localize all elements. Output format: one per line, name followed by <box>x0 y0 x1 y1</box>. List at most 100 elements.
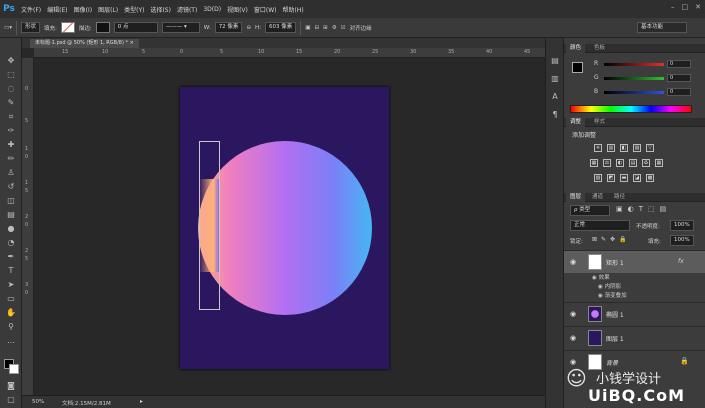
fill-swatch[interactable] <box>60 22 75 33</box>
eye-icon[interactable]: ◉ <box>570 310 576 318</box>
opacity-input[interactable]: 100% <box>670 220 694 231</box>
chevron-right-icon[interactable]: ▸ <box>140 398 143 405</box>
stroke-width-input[interactable]: 0 点 <box>113 22 158 33</box>
menu-edit[interactable]: 编辑(E) <box>47 5 67 14</box>
gradient-tool-icon[interactable]: ▤ <box>4 208 18 221</box>
color-spectrum[interactable] <box>570 105 692 113</box>
tab-color[interactable]: 颜色 <box>566 44 586 53</box>
quick-mask-icon[interactable]: ◙ <box>4 379 18 392</box>
height-input[interactable]: 603 像素 <box>265 22 297 33</box>
screen-mode-icon[interactable]: ▢ <box>4 393 18 406</box>
levels-icon[interactable]: ▥ <box>607 144 615 152</box>
blur-tool-icon[interactable]: ● <box>4 222 18 235</box>
effect-inner-shadow-row[interactable]: ◉ 内阴影 <box>564 283 705 292</box>
menu-view[interactable]: 视图(V) <box>227 5 248 14</box>
tab-channels[interactable]: 通道 <box>588 193 607 202</box>
pen-tool-icon[interactable]: ✒ <box>4 250 18 263</box>
path-ops-icon[interactable]: ▣ <box>305 25 310 31</box>
posterize-icon[interactable]: ◩ <box>607 174 615 182</box>
eyedropper-tool-icon[interactable]: ✑ <box>4 124 18 137</box>
fx-badge[interactable]: fx <box>678 258 684 265</box>
eye-icon[interactable]: ◉ <box>570 258 576 266</box>
effect-gradient-overlay-row[interactable]: ◉ 渐变叠加 <box>564 292 705 301</box>
paragraph-icon[interactable]: ¶ <box>548 108 562 121</box>
type-tool-icon[interactable]: T <box>4 264 18 277</box>
menu-help[interactable]: 帮助(H) <box>283 5 304 14</box>
more-tools-icon[interactable]: … <box>4 334 18 347</box>
curves-icon[interactable]: ◧ <box>620 144 628 152</box>
brightness-icon[interactable]: ☀ <box>594 144 602 152</box>
vibrance-icon[interactable]: ▽ <box>646 144 654 152</box>
color-lookup-icon[interactable]: ▦ <box>655 159 663 167</box>
zoom-tool-icon[interactable]: ⚲ <box>4 320 18 333</box>
width-input[interactable]: 72 像素 <box>214 22 243 33</box>
properties-icon[interactable]: ▥ <box>548 72 562 85</box>
menu-type[interactable]: 类型(Y) <box>124 5 144 14</box>
photo-filter-icon[interactable]: ▤ <box>629 159 637 167</box>
menu-image[interactable]: 图像(I) <box>74 5 92 14</box>
tab-paths[interactable]: 路径 <box>610 193 629 202</box>
clone-stamp-tool-icon[interactable]: ♙ <box>4 166 18 179</box>
layer-row-ellipse[interactable]: ◉ 椭圆 1 <box>564 302 705 325</box>
dodge-tool-icon[interactable]: ◔ <box>4 236 18 249</box>
marquee-tool-icon[interactable]: ⬚ <box>4 68 18 81</box>
channel-r-input[interactable]: 0 <box>667 60 691 68</box>
quick-select-tool-icon[interactable]: ✎ <box>4 96 18 109</box>
shape-mode-select[interactable]: 形状 <box>20 22 40 33</box>
workspace-select[interactable]: 基本功能 <box>637 22 687 33</box>
align-edges-checkbox[interactable]: ☑ <box>341 25 346 31</box>
rectangle-path-outline[interactable] <box>199 141 220 310</box>
selective-color-icon[interactable]: ▩ <box>646 174 654 182</box>
zoom-level[interactable]: 50% <box>32 399 44 405</box>
hand-tool-icon[interactable]: ✋ <box>4 306 18 319</box>
link-icon[interactable]: ⊖ <box>246 25 251 31</box>
path-arrange-icon[interactable]: ⊞ <box>323 25 328 31</box>
rectangle-tool-icon[interactable]: ▭ <box>4 292 18 305</box>
minimize-button[interactable]: – <box>671 3 675 11</box>
gradient-circle[interactable] <box>198 141 372 315</box>
exposure-icon[interactable]: ▨ <box>633 144 641 152</box>
gear-icon[interactable]: ⚙ <box>332 25 337 31</box>
stroke-type-select[interactable]: ——— ▾ <box>161 22 200 33</box>
channel-mixer-icon[interactable]: ♻ <box>642 159 650 167</box>
blend-mode-select[interactable]: 正常 <box>570 220 630 231</box>
lock-icons[interactable]: ⊠✎✥🔒 <box>592 236 631 243</box>
healing-brush-tool-icon[interactable]: ✚ <box>4 138 18 151</box>
tab-swatches[interactable]: 色板 <box>590 44 609 53</box>
channel-g-input[interactable]: 0 <box>667 74 691 82</box>
move-tool-icon[interactable]: ✥ <box>4 54 18 67</box>
channel-r-slider[interactable] <box>604 63 664 66</box>
color-foreground-swatch[interactable] <box>572 62 583 73</box>
menu-3d[interactable]: 3D(D) <box>203 6 221 13</box>
document-tab[interactable]: 未标题-1.psd @ 50% (矩形 1, RGB/8) * × <box>30 39 139 48</box>
document-canvas[interactable] <box>180 87 389 369</box>
tab-adjustments[interactable]: 调整 <box>566 118 586 127</box>
color-balance-icon[interactable]: ⚖ <box>603 159 611 167</box>
layer-row-rectangle[interactable]: ◉ 矩形 1 fx <box>564 250 705 273</box>
crop-tool-icon[interactable]: ⌗ <box>4 110 18 123</box>
layer-row-layer1[interactable]: ◉ 图层 1 <box>564 326 705 349</box>
layer-filter-select[interactable]: ρ 类型 <box>570 205 610 216</box>
fill-input[interactable]: 100% <box>670 235 694 246</box>
layer-filter-icons[interactable]: ▣◐T⬚▤ <box>616 205 671 213</box>
channel-g-slider[interactable] <box>604 77 664 80</box>
vertical-ruler[interactable]: 0 5 1 0 1 5 2 0 2 5 3 0 <box>22 58 34 395</box>
eraser-tool-icon[interactable]: ◫ <box>4 194 18 207</box>
maximize-button[interactable]: □ <box>682 3 689 11</box>
close-button[interactable]: ✕ <box>695 3 701 11</box>
menu-select[interactable]: 选择(S) <box>150 5 171 14</box>
menu-file[interactable]: 文件(F) <box>21 5 41 14</box>
stroke-swatch[interactable] <box>95 22 110 33</box>
history-icon[interactable]: ▤ <box>548 54 562 67</box>
tab-styles[interactable]: 样式 <box>590 118 609 127</box>
menu-filter[interactable]: 滤镜(T) <box>177 5 197 14</box>
hue-saturation-icon[interactable]: ▦ <box>590 159 598 167</box>
menu-window[interactable]: 窗口(W) <box>254 5 277 14</box>
invert-icon[interactable]: ▧ <box>594 174 602 182</box>
path-select-tool-icon[interactable]: ➤ <box>4 278 18 291</box>
text-panel-icon[interactable]: A <box>548 90 562 103</box>
tab-layers[interactable]: 图层 <box>566 193 586 202</box>
menu-layer[interactable]: 图层(L) <box>98 5 118 14</box>
lasso-tool-icon[interactable]: ◌ <box>4 82 18 95</box>
eye-icon[interactable]: ◉ <box>570 334 576 342</box>
